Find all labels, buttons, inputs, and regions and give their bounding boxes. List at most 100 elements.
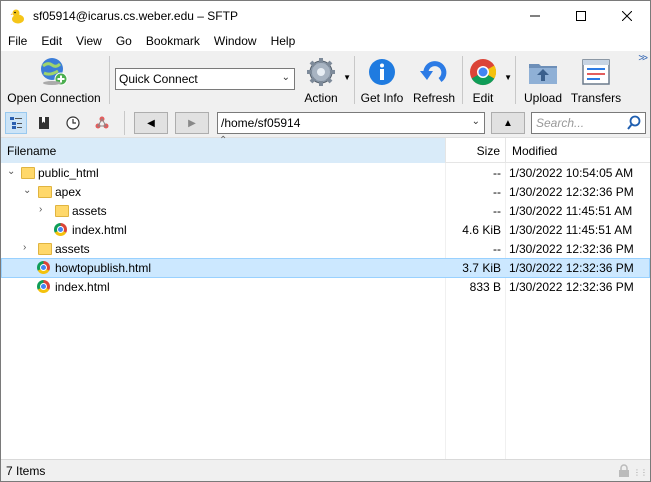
file-modified: 1/30/2022 12:32:36 PM bbox=[509, 280, 634, 294]
file-name: public_html bbox=[38, 166, 99, 180]
parent-directory-button[interactable]: ▲ bbox=[491, 112, 525, 134]
filename-column-header[interactable]: Filename ⌃ bbox=[1, 135, 445, 163]
duck-icon bbox=[10, 9, 24, 24]
toolbar-overflow-chevron-icon[interactable]: >> bbox=[638, 53, 648, 64]
expand-chevron-icon[interactable]: ⌄ bbox=[7, 166, 15, 177]
history-button[interactable] bbox=[62, 112, 84, 134]
chrome-html-file-icon bbox=[37, 279, 53, 295]
quick-connect-label: Quick Connect bbox=[119, 72, 198, 86]
toolbar-separator bbox=[354, 56, 355, 104]
file-modified: 1/30/2022 12:32:36 PM bbox=[509, 185, 634, 199]
file-name: index.html bbox=[55, 280, 110, 294]
file-size: -- bbox=[493, 242, 501, 256]
file-modified: 1/30/2022 11:45:51 AM bbox=[509, 204, 633, 218]
folder-icon bbox=[55, 203, 71, 219]
chrome-html-file-icon bbox=[37, 260, 53, 276]
open-connection-label: Open Connection bbox=[7, 91, 101, 105]
file-row[interactable]: index.html 4.6 KiB 1/30/2022 11:45:51 AM bbox=[1, 221, 650, 240]
collapse-chevron-icon[interactable]: › bbox=[39, 204, 42, 215]
search-input[interactable]: Search... bbox=[531, 112, 646, 134]
chevron-down-icon: ⌄ bbox=[471, 116, 480, 127]
window-title: sf05914@icarus.cs.weber.edu – SFTP bbox=[33, 9, 238, 23]
file-modified: 1/30/2022 12:32:36 PM bbox=[509, 242, 634, 256]
transfers-button[interactable]: Transfers bbox=[569, 53, 623, 105]
edit-dropdown-arrow-icon: ▼ bbox=[504, 73, 512, 82]
file-row[interactable]: index.html 833 B 1/30/2022 12:32:36 PM bbox=[1, 278, 650, 297]
path-dropdown[interactable]: /home/sf05914 ⌄ bbox=[217, 112, 485, 134]
file-row[interactable]: › assets -- 1/30/2022 12:32:36 PM bbox=[1, 240, 650, 259]
upload-button[interactable]: Upload bbox=[519, 53, 567, 105]
collapse-chevron-icon[interactable]: › bbox=[23, 242, 26, 253]
toolbar-separator bbox=[462, 56, 463, 104]
title-bar: sf05914@icarus.cs.weber.edu – SFTP bbox=[1, 1, 650, 31]
close-button[interactable] bbox=[604, 1, 650, 31]
nav-separator bbox=[124, 111, 125, 135]
menu-window[interactable]: Window bbox=[207, 34, 264, 48]
folder-icon bbox=[38, 184, 54, 200]
file-modified: 1/30/2022 10:54:05 AM bbox=[509, 166, 634, 180]
action-button[interactable]: Action ▼ bbox=[297, 53, 351, 105]
minimize-button[interactable] bbox=[512, 1, 558, 31]
action-dropdown-arrow-icon: ▼ bbox=[343, 73, 351, 82]
bookmarks-button[interactable] bbox=[33, 112, 55, 134]
edit-label: Edit bbox=[472, 91, 494, 105]
upload-folder-icon bbox=[529, 64, 557, 84]
sort-ascending-icon: ⌃ bbox=[219, 135, 228, 146]
quick-connect-dropdown[interactable]: Quick Connect ⌄ bbox=[115, 68, 295, 90]
file-size: -- bbox=[493, 166, 501, 180]
menu-edit[interactable]: Edit bbox=[34, 34, 69, 48]
edit-button[interactable]: Edit ▼ bbox=[464, 53, 512, 105]
upload-label: Upload bbox=[523, 91, 563, 105]
chrome-icon bbox=[470, 59, 497, 86]
maximize-icon bbox=[576, 11, 586, 21]
menu-view[interactable]: View bbox=[69, 34, 109, 48]
file-row-selected[interactable]: howtopublish.html 3.7 KiB 1/30/2022 12:3… bbox=[1, 258, 650, 278]
current-path: /home/sf05914 bbox=[221, 116, 301, 130]
window-controls bbox=[512, 1, 650, 31]
sftp-window: sf05914@icarus.cs.weber.edu – SFTP File … bbox=[0, 0, 651, 482]
forward-button[interactable]: ▶ bbox=[175, 112, 209, 134]
file-name: howtopublish.html bbox=[55, 261, 152, 275]
globe-add-icon bbox=[41, 58, 68, 86]
chevron-down-icon: ⌄ bbox=[281, 72, 290, 83]
file-row[interactable]: ⌄ apex -- 1/30/2022 12:32:36 PM bbox=[1, 183, 650, 202]
bonjour-button[interactable] bbox=[91, 112, 113, 134]
info-icon bbox=[369, 59, 395, 85]
file-size: -- bbox=[493, 185, 501, 199]
menu-bookmark[interactable]: Bookmark bbox=[139, 34, 207, 48]
file-name: assets bbox=[55, 242, 90, 256]
browser-view-button[interactable] bbox=[5, 112, 27, 134]
chrome-html-file-icon bbox=[54, 222, 70, 238]
file-row[interactable]: ⌄ public_html -- 1/30/2022 10:54:05 AM bbox=[1, 164, 650, 183]
filename-column-label: Filename bbox=[7, 143, 57, 158]
menu-go[interactable]: Go bbox=[109, 34, 139, 48]
clock-icon bbox=[66, 116, 80, 130]
search-icon bbox=[627, 115, 641, 130]
menu-file[interactable]: File bbox=[1, 34, 34, 48]
back-button[interactable]: ◀ bbox=[134, 112, 168, 134]
main-toolbar: Open Connection Quick Connect ⌄ Action ▼… bbox=[1, 51, 650, 108]
file-row[interactable]: › assets -- 1/30/2022 11:45:51 AM bbox=[1, 202, 650, 221]
refresh-button[interactable]: Refresh bbox=[410, 53, 458, 105]
file-modified: 1/30/2022 12:32:36 PM bbox=[509, 261, 634, 275]
open-connection-button[interactable]: Open Connection bbox=[6, 53, 102, 105]
gear-icon bbox=[307, 58, 335, 86]
refresh-icon bbox=[420, 61, 447, 83]
maximize-button[interactable] bbox=[558, 1, 604, 31]
item-count: 7 Items bbox=[6, 463, 46, 478]
expand-chevron-icon[interactable]: ⌄ bbox=[23, 185, 31, 196]
toolbar-separator bbox=[515, 56, 516, 104]
resize-grip-icon[interactable]: ⋮⋮ bbox=[633, 468, 648, 477]
file-size: 4.6 KiB bbox=[462, 223, 501, 237]
network-nodes-icon bbox=[95, 116, 109, 129]
folder-icon bbox=[38, 241, 54, 257]
modified-column-header[interactable]: Modified bbox=[505, 138, 650, 163]
lock-icon bbox=[619, 464, 629, 477]
get-info-button[interactable]: Get Info bbox=[357, 53, 407, 105]
search-placeholder: Search... bbox=[536, 116, 585, 130]
transfers-label: Transfers bbox=[570, 91, 622, 105]
size-column-header[interactable]: Size bbox=[445, 138, 505, 163]
arrow-up-icon: ▲ bbox=[503, 117, 513, 129]
get-info-label: Get Info bbox=[360, 91, 404, 105]
menu-help[interactable]: Help bbox=[264, 34, 303, 48]
